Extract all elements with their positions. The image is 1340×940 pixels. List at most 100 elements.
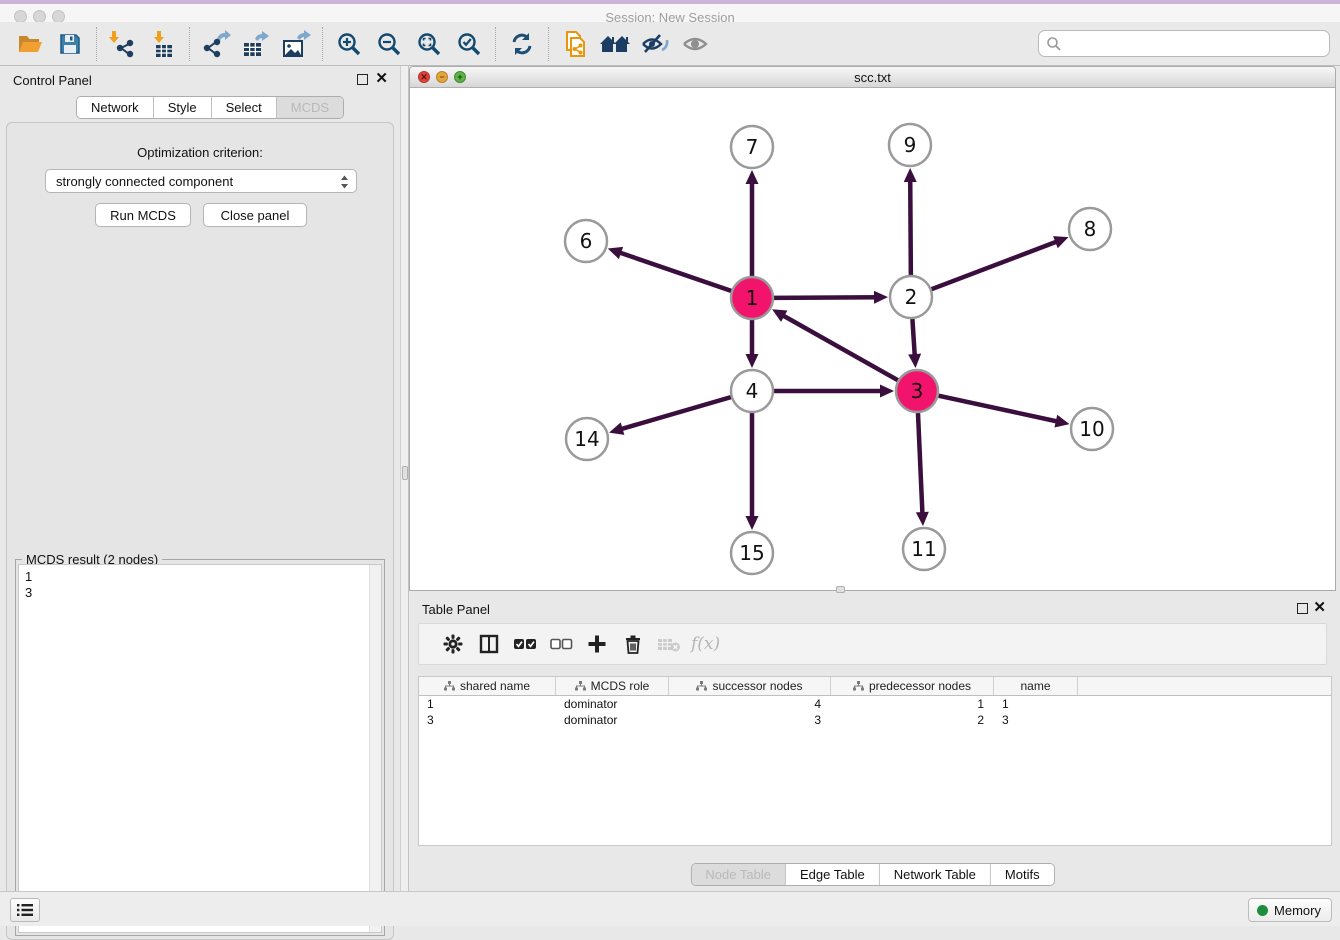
zoom-fit-icon[interactable]: [409, 26, 449, 62]
vertical-split-divider[interactable]: [400, 66, 409, 891]
refresh-icon[interactable]: [502, 26, 542, 62]
table-row[interactable]: 1dominator411: [419, 696, 1331, 712]
add-column-icon[interactable]: [579, 629, 615, 659]
table-cell[interactable]: dominator: [556, 696, 669, 712]
arrowhead-icon: [746, 354, 759, 368]
open-session-icon[interactable]: [10, 26, 50, 62]
zoom-out-icon[interactable]: [369, 26, 409, 62]
edge-4-14[interactable]: [616, 397, 731, 430]
import-network-icon[interactable]: [103, 26, 143, 62]
table-cell[interactable]: 1: [994, 696, 1078, 712]
edge-1-6[interactable]: [614, 251, 731, 291]
search-field[interactable]: [1038, 30, 1330, 57]
tab-mcds[interactable]: MCDS: [277, 97, 343, 118]
edge-3-10[interactable]: [938, 396, 1062, 423]
node-label-2: 2: [905, 285, 918, 309]
column-label: MCDS role: [591, 679, 650, 693]
tab-network[interactable]: Network: [77, 97, 154, 118]
divider-grabber[interactable]: [402, 466, 408, 480]
edge-2-9[interactable]: [910, 175, 911, 275]
float-panel-icon[interactable]: [357, 74, 368, 85]
toolbar-separator: [96, 27, 97, 61]
edge-2-8[interactable]: [932, 240, 1062, 290]
column-header-predecessor-nodes[interactable]: predecessor nodes: [831, 677, 994, 695]
column-header-MCDS-role[interactable]: MCDS role: [556, 677, 669, 695]
node-label-10: 10: [1079, 417, 1104, 441]
table-cell[interactable]: dominator: [556, 712, 669, 728]
export-image-icon[interactable]: [276, 26, 316, 62]
close-panel-button[interactable]: Close panel: [203, 203, 307, 227]
column-view-icon[interactable]: [471, 629, 507, 659]
gear-icon[interactable]: [435, 629, 471, 659]
criterion-dropdown[interactable]: strongly connected component: [45, 169, 357, 193]
column-header-successor-nodes[interactable]: successor nodes: [669, 677, 831, 695]
table-cell[interactable]: 3: [419, 712, 556, 728]
list-icon: [16, 903, 34, 917]
zoom-in-icon[interactable]: [329, 26, 369, 62]
close-panel-icon[interactable]: ✕: [375, 71, 388, 86]
search-input[interactable]: [1062, 31, 1329, 56]
node-label-11: 11: [911, 537, 936, 561]
export-network-icon[interactable]: [196, 26, 236, 62]
control-panel-title: Control Panel: [13, 73, 92, 88]
mcds-result-lines: 1 3: [19, 565, 381, 605]
column-label: name: [1020, 679, 1050, 693]
table-cell[interactable]: 4: [669, 696, 831, 712]
network-window-titlebar[interactable]: ✕ − + scc.txt: [410, 67, 1335, 88]
table-row[interactable]: 3dominator323: [419, 712, 1331, 728]
control-panel-tabs: NetworkStyleSelectMCDS: [76, 96, 344, 119]
column-header-shared-name[interactable]: shared name: [419, 677, 556, 695]
node-label-8: 8: [1084, 217, 1097, 241]
horizontal-split-grabber[interactable]: [836, 586, 845, 593]
delete-column-trash-icon[interactable]: [615, 629, 651, 659]
run-mcds-button[interactable]: Run MCDS: [95, 203, 191, 227]
node-table[interactable]: shared name MCDS role successor nodes prede…: [418, 676, 1332, 846]
dropdown-stepper-icon: [339, 173, 350, 194]
table-cell[interactable]: 2: [831, 712, 994, 728]
show-all-eye-icon[interactable]: [675, 26, 715, 62]
save-session-icon[interactable]: [50, 26, 90, 62]
network-graph[interactable]: 7968124314101511: [410, 88, 1335, 590]
edge-3-11[interactable]: [918, 413, 923, 519]
task-history-button[interactable]: [10, 898, 40, 922]
table-cell[interactable]: 1: [831, 696, 994, 712]
mcds-result-list[interactable]: 1 3: [18, 564, 382, 933]
arrowhead-icon: [904, 168, 917, 182]
node-label-4: 4: [746, 379, 759, 403]
column-header-name[interactable]: name: [994, 677, 1078, 695]
column-label: predecessor nodes: [869, 679, 971, 693]
hide-selected-eye-slash-icon[interactable]: [635, 26, 675, 62]
import-table-icon[interactable]: [143, 26, 183, 62]
select-all-icon[interactable]: [507, 629, 543, 659]
toolbar-separator: [548, 27, 549, 61]
clear-selection-icon[interactable]: [543, 629, 579, 659]
tab-motifs[interactable]: Motifs: [991, 864, 1054, 885]
export-table-icon[interactable]: [236, 26, 276, 62]
tab-edge-table[interactable]: Edge Table: [786, 864, 880, 885]
tab-network-table[interactable]: Network Table: [880, 864, 991, 885]
zoom-selected-icon[interactable]: [449, 26, 489, 62]
table-cell[interactable]: 3: [669, 712, 831, 728]
arrowhead-icon: [1054, 415, 1069, 428]
network-canvas[interactable]: 7968124314101511: [410, 88, 1335, 590]
memory-button[interactable]: Memory: [1248, 898, 1332, 922]
close-panel-icon[interactable]: ✕: [1313, 600, 1326, 615]
edge-3-1[interactable]: [778, 313, 898, 380]
hierarchy-icon: [696, 681, 707, 691]
tab-style[interactable]: Style: [154, 97, 212, 118]
arrowhead-icon: [908, 354, 921, 368]
table-cell[interactable]: 1: [419, 696, 556, 712]
toolbar-separator: [322, 27, 323, 61]
table-header-row: shared name MCDS role successor nodes prede…: [419, 677, 1331, 696]
table-type-tabs: Node TableEdge TableNetwork TableMotifs: [690, 863, 1054, 886]
duplicate-network-icon[interactable]: [555, 26, 595, 62]
float-panel-icon[interactable]: [1297, 603, 1308, 614]
node-label-14: 14: [574, 427, 599, 451]
result-scrollbar[interactable]: [369, 565, 381, 932]
edge-1-2[interactable]: [774, 297, 881, 298]
houses-icon[interactable]: [595, 26, 635, 62]
tab-select[interactable]: Select: [212, 97, 277, 118]
tab-node-table[interactable]: Node Table: [691, 864, 786, 885]
table-cell[interactable]: 3: [994, 712, 1078, 728]
node-label-7: 7: [746, 135, 759, 159]
